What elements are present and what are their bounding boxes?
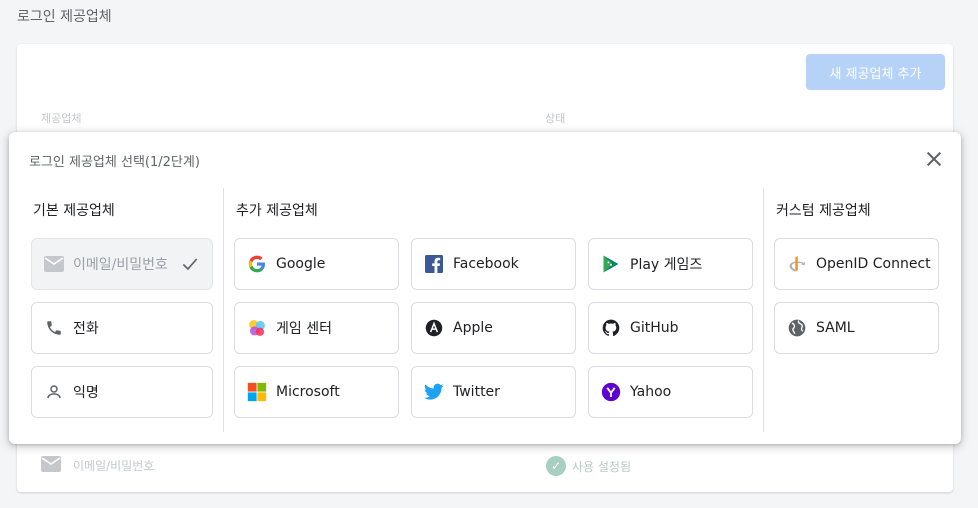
provider-label: 익명 xyxy=(73,385,99,401)
status-badge: ✓ 사용 설정됨 xyxy=(546,456,631,476)
play-games-icon xyxy=(601,254,621,274)
provider-label: 게임 센터 xyxy=(276,321,332,337)
section-divider xyxy=(763,188,764,432)
provider-label: Apple xyxy=(453,320,493,336)
provider-label: 이메일/비밀번호 xyxy=(73,257,168,273)
provider-saml[interactable]: SAML xyxy=(774,302,939,354)
provider-label: GitHub xyxy=(630,320,679,336)
provider-google[interactable]: Google xyxy=(234,238,399,290)
check-circle-icon: ✓ xyxy=(546,456,566,476)
provider-label: Facebook xyxy=(453,256,519,272)
provider-github[interactable]: GitHub xyxy=(588,302,753,354)
provider-microsoft[interactable]: Microsoft xyxy=(234,366,399,418)
section-title-additional: 추가 제공업체 xyxy=(236,203,318,219)
provider-anonymous[interactable]: 익명 xyxy=(31,366,213,418)
column-header-provider: 제공업체 xyxy=(41,112,82,125)
close-icon[interactable] xyxy=(925,150,943,168)
provider-row: 이메일/비밀번호 xyxy=(41,456,154,475)
provider-twitter[interactable]: Twitter xyxy=(411,366,576,418)
column-header-status: 상태 xyxy=(545,112,566,125)
provider-yahoo[interactable]: Yahoo xyxy=(588,366,753,418)
apple-icon xyxy=(424,318,444,338)
section-divider xyxy=(223,188,224,432)
section-title-custom: 커스텀 제공업체 xyxy=(776,203,871,219)
openid-icon xyxy=(787,254,807,274)
provider-label: Twitter xyxy=(453,384,500,400)
provider-openid-connect[interactable]: OpenID Connect xyxy=(774,238,939,290)
provider-label: Microsoft xyxy=(276,384,340,400)
page-title: 로그인 제공업체 xyxy=(17,9,112,25)
microsoft-icon xyxy=(247,382,267,402)
provider-label: Yahoo xyxy=(630,384,672,400)
provider-label: Google xyxy=(276,256,326,272)
github-icon xyxy=(601,318,621,338)
yahoo-icon xyxy=(601,382,621,402)
facebook-icon xyxy=(424,254,444,274)
provider-play-games[interactable]: Play 게임즈 xyxy=(588,238,753,290)
provider-label: Play 게임즈 xyxy=(630,257,703,273)
mail-icon xyxy=(44,254,64,274)
provider-label: SAML xyxy=(816,320,855,336)
add-provider-button[interactable]: 새 제공업체 추가 xyxy=(806,54,945,90)
person-icon xyxy=(44,382,64,402)
provider-row-label: 이메일/비밀번호 xyxy=(73,459,155,473)
game-center-icon xyxy=(247,318,267,338)
dialog-title: 로그인 제공업체 선택(1/2단계) xyxy=(29,155,200,170)
google-icon xyxy=(247,254,267,274)
mail-icon xyxy=(41,456,61,475)
select-provider-dialog: 로그인 제공업체 선택(1/2단계) 기본 제공업체 추가 제공업체 커스텀 제… xyxy=(9,132,961,444)
section-title-basic: 기본 제공업체 xyxy=(33,203,115,219)
provider-game-center[interactable]: 게임 센터 xyxy=(234,302,399,354)
saml-globe-icon xyxy=(787,318,807,338)
twitter-icon xyxy=(424,382,444,402)
provider-label: OpenID Connect xyxy=(816,256,931,272)
status-text: 사용 설정됨 xyxy=(572,459,632,474)
provider-phone[interactable]: 전화 xyxy=(31,302,213,354)
check-icon xyxy=(180,254,200,278)
provider-email-password: 이메일/비밀번호 xyxy=(31,238,213,290)
provider-apple[interactable]: Apple xyxy=(411,302,576,354)
provider-facebook[interactable]: Facebook xyxy=(411,238,576,290)
phone-icon xyxy=(44,318,64,338)
provider-label: 전화 xyxy=(73,321,99,337)
